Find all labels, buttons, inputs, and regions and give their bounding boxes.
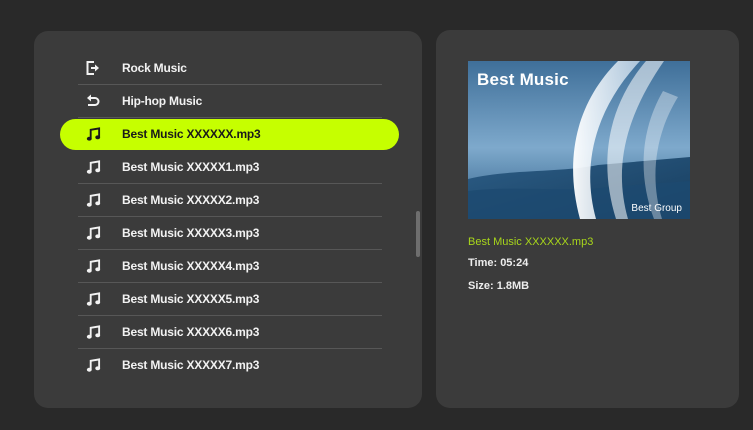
list-item-label: Best Music XXXXX6.mp3 [122, 325, 260, 339]
track-size: Size: 1.8MB [468, 280, 530, 292]
music-note-icon [84, 356, 102, 374]
file-list-panel: Rock Music Hip-hop Music Best Music XXXX… [34, 31, 422, 408]
list-item-track[interactable]: Best Music XXXXX1.mp3 [34, 151, 422, 184]
file-list: Rock Music Hip-hop Music Best Music XXXX… [34, 52, 422, 382]
list-item-track[interactable]: Best Music XXXXX5.mp3 [34, 283, 422, 316]
list-item-track[interactable]: Best Music XXXXX6.mp3 [34, 316, 422, 349]
list-item-track[interactable]: Best Music XXXXX4.mp3 [34, 250, 422, 283]
scrollbar-thumb[interactable] [416, 211, 420, 257]
back-arrow-icon [84, 92, 102, 110]
music-note-icon [84, 257, 102, 275]
cover-title: Best Music [477, 70, 569, 89]
music-note-icon [84, 158, 102, 176]
cover-artist: Best Group [631, 203, 682, 214]
list-item-folder-hiphop[interactable]: Hip-hop Music [34, 85, 422, 118]
details-panel: Best Music Best Group Best Music XXXXXX.… [436, 30, 739, 408]
list-item-folder-rock[interactable]: Rock Music [34, 52, 422, 85]
exit-icon [84, 59, 102, 77]
list-item-label: Best Music XXXXX7.mp3 [122, 358, 260, 372]
track-duration: Time: 05:24 [468, 257, 529, 269]
list-item-track[interactable]: Best Music XXXXX7.mp3 [34, 349, 422, 382]
music-player-screen: Rock Music Hip-hop Music Best Music XXXX… [0, 0, 753, 430]
list-item-track[interactable]: Best Music XXXXX3.mp3 [34, 217, 422, 250]
list-item-track[interactable]: Best Music XXXXX2.mp3 [34, 184, 422, 217]
list-item-label: Best Music XXXXX5.mp3 [122, 292, 260, 306]
list-item-label: Best Music XXXXX1.mp3 [122, 160, 260, 174]
list-item-label: Hip-hop Music [122, 94, 203, 108]
music-note-icon [84, 191, 102, 209]
music-note-icon [84, 125, 102, 143]
list-item-label: Best Music XXXXX3.mp3 [122, 226, 260, 240]
album-cover: Best Music Best Group [468, 61, 690, 219]
list-item-label: Best Music XXXXXX.mp3 [122, 127, 261, 141]
music-note-icon [84, 323, 102, 341]
track-filename: Best Music XXXXXX.mp3 [468, 236, 594, 248]
list-item-label: Rock Music [122, 61, 187, 75]
music-note-icon [84, 224, 102, 242]
list-item-track-selected[interactable]: Best Music XXXXXX.mp3 [34, 118, 422, 151]
list-item-label: Best Music XXXXX4.mp3 [122, 259, 260, 273]
music-note-icon [84, 290, 102, 308]
list-item-label: Best Music XXXXX2.mp3 [122, 193, 260, 207]
